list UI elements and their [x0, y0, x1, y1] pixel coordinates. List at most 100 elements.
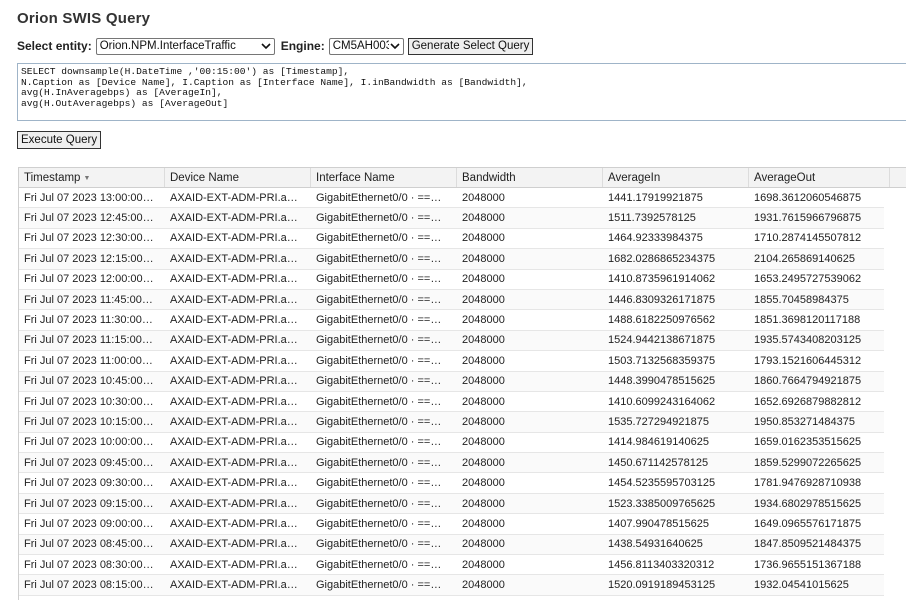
column-header-timestamp[interactable]: Timestamp ▼ — [19, 168, 165, 187]
column-header-average-out[interactable]: AverageOut — [749, 168, 890, 187]
average-out-cell: 1931.7615966796875 — [749, 208, 884, 227]
interface-name-cell: GigabitEthernet0/0 · === ... — [311, 351, 457, 370]
table-row[interactable]: Fri Jul 07 2023 09:45:00 ...AXAID-EXT-AD… — [19, 453, 884, 473]
device-name-cell: AXAID-EXT-ADM-PRI.axa... — [165, 453, 311, 472]
bandwidth-cell: 2048000 — [457, 412, 603, 431]
cell-text: AXAID-EXT-ADM-PRI.axa... — [170, 396, 300, 408]
device-name-cell: AXAID-EXT-ADM-PRI.axa... — [165, 290, 311, 309]
device-name-cell: AXAID-EXT-ADM-PRI.axa... — [165, 494, 311, 513]
table-row[interactable]: Fri Jul 07 2023 11:30:00 ...AXAID-EXT-AD… — [19, 310, 884, 330]
engine-select[interactable]: CM5AH003 — [329, 38, 404, 55]
table-row[interactable]: Fri Jul 07 2023 10:00:00 ...AXAID-EXT-AD… — [19, 433, 884, 453]
cell-text: 1535.727294921875 — [608, 416, 709, 428]
average-out-cell: 1935.5743408203125 — [749, 331, 884, 350]
cell-text: Fri Jul 07 2023 13:00:00 ... — [24, 192, 154, 204]
device-name-cell: AXAID-EXT-ADM-PRI.axa... — [165, 372, 311, 391]
column-header-bandwidth[interactable]: Bandwidth — [457, 168, 603, 187]
query-textarea[interactable]: SELECT downsample(H.DateTime ,'00:15:00'… — [17, 63, 906, 121]
average-in-cell: 1454.5235595703125 — [603, 473, 749, 492]
table-row[interactable]: Fri Jul 07 2023 13:00:00 ... AXAID-EXT-AD… — [19, 188, 884, 208]
cell-text: 1736.9655151367188 — [754, 559, 861, 571]
cell-text: 2048000 — [462, 192, 505, 204]
device-name-cell: AXAID-EXT-ADM-PRI.axa... — [165, 392, 311, 411]
cell-text: Fri Jul 07 2023 11:15:00 ... — [24, 334, 154, 346]
average-in-cell: 1488.6182250976562 — [603, 310, 749, 329]
table-row[interactable]: Fri Jul 07 2023 12:15:00 ...AXAID-EXT-AD… — [19, 249, 884, 269]
table-row[interactable]: Fri Jul 07 2023 09:00:00 ...AXAID-EXT-AD… — [19, 514, 884, 534]
column-header-average-in[interactable]: AverageIn — [603, 168, 749, 187]
cell-text: GigabitEthernet0/0 · === ... — [316, 355, 446, 367]
cell-text: GigabitEthernet0/0 · === ... — [316, 498, 446, 510]
device-name-cell: AXAID-EXT-ADM-PRI.axa... — [165, 575, 311, 594]
table-row[interactable]: Fri Jul 07 2023 10:15:00 ... AXAID-EXT-AD… — [19, 412, 884, 432]
cell-text: GigabitEthernet0/0 · === ... — [316, 375, 446, 387]
table-row[interactable]: Fri Jul 07 2023 09:15:00 ...AXAID-EXT-AD… — [19, 494, 884, 514]
average-out-cell: 1950.853271484375 — [749, 412, 884, 431]
cell-text: 2048000 — [462, 253, 505, 265]
cell-text: 2048000 — [462, 375, 505, 387]
bandwidth-cell: 2048000 — [457, 535, 603, 554]
cell-text: AXAID-EXT-ADM-PRI.axa... — [170, 416, 300, 428]
bandwidth-cell: 2048000 — [457, 208, 603, 227]
cell-text: 1649.0965576171875 — [754, 518, 861, 530]
execute-query-button[interactable]: Execute Query — [17, 131, 101, 149]
generate-select-query-button[interactable]: Generate Select Query — [408, 38, 534, 55]
bandwidth-cell: 2048000 — [457, 555, 603, 574]
bandwidth-cell: 2048000 — [457, 596, 603, 600]
entity-select[interactable]: Orion.NPM.InterfaceTraffic — [96, 38, 275, 55]
table-row[interactable]: Fri Jul 07 2023 12:30:00 ...AXAID-EXT-AD… — [19, 229, 884, 249]
bandwidth-cell: 2048000 — [457, 310, 603, 329]
table-row[interactable]: Fri Jul 07 2023 11:00:00 ...AXAID-EXT-AD… — [19, 351, 884, 371]
average-in-cell: 1414.984619140625 — [603, 433, 749, 452]
chevron-down-icon — [260, 40, 272, 52]
column-header-label: Device Name — [170, 172, 239, 184]
table-row[interactable]: Fri Jul 07 2023 08:45:00 ...AXAID-EXT-AD… — [19, 535, 884, 555]
bandwidth-cell: 2048000 — [457, 494, 603, 513]
column-header-label: AverageIn — [608, 172, 660, 184]
table-row[interactable]: Fri Jul 07 2023 10:30:00 ... AXAID-EXT-AD… — [19, 392, 884, 412]
interface-name-cell: GigabitEthernet0/0 · === ... — [311, 290, 457, 309]
timestamp-cell: Fri Jul 07 2023 09:15:00 ... — [19, 494, 165, 513]
table-row[interactable]: Fri Jul 07 2023 09:30:00 ...AXAID-EXT-AD… — [19, 473, 884, 493]
cell-text: GigabitEthernet0/0 · === ... — [316, 212, 446, 224]
cell-text: 2048000 — [462, 579, 505, 591]
cell-text: 2048000 — [462, 518, 505, 530]
interface-name-cell: GigabitEthernet0/0 · === ... — [311, 494, 457, 513]
table-row[interactable]: Fri Jul 07 2023 08:15:00 ...AXAID-EXT-AD… — [19, 575, 884, 595]
cell-text: AXAID-EXT-ADM-PRI.axa... — [170, 334, 300, 346]
column-header-interface-name[interactable]: Interface Name — [311, 168, 457, 187]
cell-text: Fri Jul 07 2023 09:30:00 ... — [24, 477, 154, 489]
timestamp-cell: Fri Jul 07 2023 10:15:00 ... — [19, 412, 165, 431]
cell-text: Fri Jul 07 2023 10:30:00 ... — [24, 396, 154, 408]
cell-text: 1464.92333984375 — [608, 232, 703, 244]
average-out-cell: 1736.9655151367188 — [749, 555, 884, 574]
engine-select-value: CM5AH003 — [333, 40, 389, 52]
cell-text: Fri Jul 07 2023 10:45:00 ... — [24, 375, 154, 387]
engine-label: Engine: — [281, 39, 325, 53]
cell-text: GigabitEthernet0/0 · === ... — [316, 232, 446, 244]
average-in-cell: 1410.6099243164062 — [603, 392, 749, 411]
cell-text: GigabitEthernet0/0 · === ... — [316, 334, 446, 346]
table-row[interactable]: Fri Jul 07 2023 08:30:00 ...AXAID-EXT-AD… — [19, 555, 884, 575]
table-row[interactable]: Fri Jul 07 2023 10:45:00 ... AXAID-EXT-AD… — [19, 372, 884, 392]
column-header-device-name[interactable]: Device Name — [165, 168, 311, 187]
cell-text: 1859.5299072265625 — [754, 457, 861, 469]
table-row[interactable]: Fri Jul 07 2023 12:45:00 ...AXAID-EXT-AD… — [19, 208, 884, 228]
cell-text: 1932.04541015625 — [754, 579, 849, 591]
device-name-cell: AXAID-EXT-ADM-PRI.axa... — [165, 188, 311, 207]
table-row[interactable]: Fri Jul 07 2023 11:15:00 ... AXAID-EXT-AD… — [19, 331, 884, 351]
table-row[interactable]: Fri Jul 07 2023 11:45:00 ...AXAID-EXT-AD… — [19, 290, 884, 310]
timestamp-cell: Fri Jul 07 2023 08:15:00 ... — [19, 575, 165, 594]
table-row[interactable]: Fri Jul 07 2023 08:00:00 ...AXAID-EXT-AD… — [19, 596, 884, 600]
bandwidth-cell: 2048000 — [457, 453, 603, 472]
interface-name-cell: GigabitEthernet0/0 · === ... — [311, 473, 457, 492]
average-out-cell: 1781.9476928710938 — [749, 473, 884, 492]
cell-text: AXAID-EXT-ADM-PRI.axa... — [170, 355, 300, 367]
timestamp-cell: Fri Jul 07 2023 11:15:00 ... — [19, 331, 165, 350]
interface-name-cell: GigabitEthernet0/0 · === ... — [311, 270, 457, 289]
device-name-cell: AXAID-EXT-ADM-PRI.axa... — [165, 412, 311, 431]
bandwidth-cell: 2048000 — [457, 433, 603, 452]
average-in-cell: 1682.0286865234375 — [603, 249, 749, 268]
device-name-cell: AXAID-EXT-ADM-PRI.axa... — [165, 270, 311, 289]
table-row[interactable]: Fri Jul 07 2023 12:00:00 ...AXAID-EXT-AD… — [19, 270, 884, 290]
